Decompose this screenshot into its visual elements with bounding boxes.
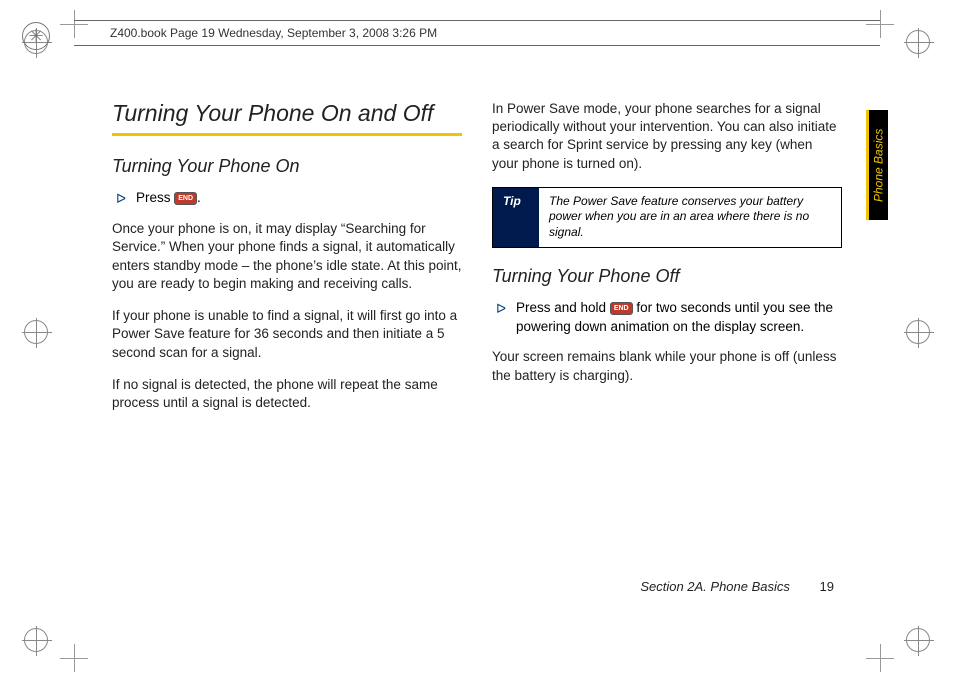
crop-mark-icon (866, 644, 894, 672)
step-text: Press and hold END for two seconds until… (516, 299, 842, 337)
end-key-icon: END (174, 192, 197, 205)
page-content: Turning Your Phone On and Off Turning Yo… (112, 100, 842, 602)
tip-box: Tip The Power Save feature conserves you… (492, 187, 842, 248)
spiral-icon: ✳ (22, 22, 50, 50)
title-underline (112, 133, 462, 136)
step-marker-icon: ᐅ (116, 190, 126, 208)
page-footer: Section 2A. Phone Basics 19 (640, 579, 834, 594)
page-number: 19 (820, 579, 834, 594)
page-header: Z400.book Page 19 Wednesday, September 3… (74, 20, 880, 46)
crop-mark-icon (60, 644, 88, 672)
registration-mark-icon (24, 320, 48, 344)
step-marker-icon: ᐅ (496, 300, 506, 318)
body-paragraph: If no signal is detected, the phone will… (112, 376, 462, 412)
step-hold-end: ᐅ Press and hold END for two seconds unt… (492, 299, 842, 337)
page-title: Turning Your Phone On and Off (112, 100, 462, 127)
subheading-on: Turning Your Phone On (112, 156, 462, 177)
registration-mark-icon (24, 628, 48, 652)
registration-mark-icon (906, 30, 930, 54)
right-column: In Power Save mode, your phone searches … (492, 100, 842, 426)
body-paragraph: Once your phone is on, it may display “S… (112, 220, 462, 293)
registration-mark-icon (906, 320, 930, 344)
body-paragraph: In Power Save mode, your phone searches … (492, 100, 842, 173)
left-column: Turning Your Phone On and Off Turning Yo… (112, 100, 462, 426)
step-text: Press END. (136, 189, 201, 208)
section-tab-label: Phone Basics (872, 128, 886, 201)
registration-mark-icon (906, 628, 930, 652)
step-press-end: ᐅ Press END. (112, 189, 462, 208)
tip-text: The Power Save feature conserves your ba… (539, 188, 841, 247)
subheading-off: Turning Your Phone Off (492, 266, 842, 287)
file-info: Z400.book Page 19 Wednesday, September 3… (110, 26, 437, 40)
section-tab: Phone Basics (866, 110, 888, 220)
section-label: Section 2A. Phone Basics (640, 579, 790, 594)
tip-label: Tip (493, 188, 539, 247)
body-paragraph: If your phone is unable to find a signal… (112, 307, 462, 362)
body-paragraph: Your screen remains blank while your pho… (492, 348, 842, 384)
end-key-icon: END (610, 302, 633, 315)
